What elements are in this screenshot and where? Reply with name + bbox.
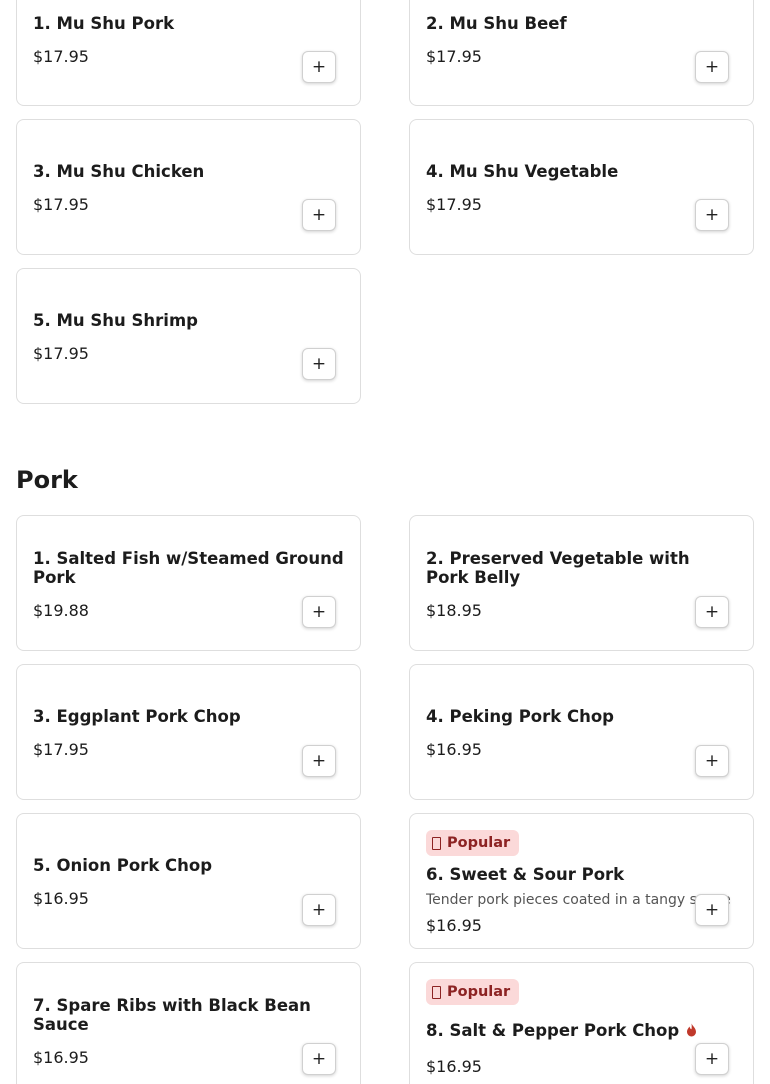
item-name: 1. Mu Shu Pork: [33, 14, 175, 33]
menu-page: 1. Mu Shu Pork $17.95 + 2. Mu Shu Beef $…: [0, 0, 770, 1084]
item-name: 3. Mu Shu Chicken: [33, 162, 205, 181]
add-to-cart-button[interactable]: +: [695, 199, 729, 231]
item-name: 6. Sweet & Sour Pork: [426, 865, 625, 884]
item-price: $17.95: [33, 195, 89, 214]
item-name: 3. Eggplant Pork Chop: [33, 707, 241, 726]
item-name: 2. Mu Shu Beef: [426, 14, 567, 33]
add-to-cart-button[interactable]: +: [302, 348, 336, 380]
item-name: 5. Mu Shu Shrimp: [33, 311, 198, 330]
item-name: 7. Spare Ribs with Black Bean Sauce: [33, 996, 311, 1034]
menu-item-card[interactable]: 1. Salted Fish w/Steamed Ground Pork $19…: [16, 515, 361, 651]
menu-item-card[interactable]: Popular 6. Sweet & Sour Pork Tender pork…: [409, 813, 754, 949]
item-price: $16.95: [33, 889, 89, 908]
item-price: $17.95: [426, 47, 482, 66]
item-name: 5. Onion Pork Chop: [33, 856, 213, 875]
item-name-row: 8. Salt & Pepper Pork Chop: [426, 1021, 737, 1040]
item-price: $17.95: [426, 195, 482, 214]
add-to-cart-button[interactable]: +: [695, 51, 729, 83]
add-to-cart-button[interactable]: +: [302, 894, 336, 926]
pork-items-grid: 1. Salted Fish w/Steamed Ground Pork $19…: [16, 515, 754, 1084]
item-name: 4. Mu Shu Vegetable: [426, 162, 619, 181]
item-price: $17.95: [33, 47, 89, 66]
item-price: $17.95: [33, 740, 89, 759]
menu-item-card[interactable]: 4. Peking Pork Chop $16.95 +: [409, 664, 754, 800]
menu-item-card[interactable]: 4. Mu Shu Vegetable $17.95 +: [409, 119, 754, 255]
add-to-cart-button[interactable]: +: [302, 1043, 336, 1075]
badge-label: Popular: [447, 984, 511, 1000]
menu-item-card[interactable]: Popular 8. Salt & Pepper Pork Chop $16.9…: [409, 962, 754, 1084]
item-name: 2. Preserved Vegetable with Pork Belly: [426, 549, 690, 587]
item-price: $18.95: [426, 601, 482, 620]
mushu-items-grid: 1. Mu Shu Pork $17.95 + 2. Mu Shu Beef $…: [16, 0, 754, 404]
add-to-cart-button[interactable]: +: [302, 745, 336, 777]
popular-badge: Popular: [426, 830, 520, 856]
badge-label: Popular: [447, 835, 511, 851]
menu-item-card[interactable]: 2. Preserved Vegetable with Pork Belly $…: [409, 515, 754, 651]
item-price: $17.95: [33, 344, 89, 363]
add-to-cart-button[interactable]: +: [302, 596, 336, 628]
item-name: 4. Peking Pork Chop: [426, 707, 614, 726]
add-to-cart-button[interactable]: +: [302, 51, 336, 83]
add-to-cart-button[interactable]: +: [302, 199, 336, 231]
menu-item-card[interactable]: 3. Mu Shu Chicken $17.95 +: [16, 119, 361, 255]
add-to-cart-button[interactable]: +: [695, 1043, 729, 1075]
popular-icon: [432, 985, 441, 999]
menu-item-card[interactable]: 7. Spare Ribs with Black Bean Sauce $16.…: [16, 962, 361, 1084]
section-title-pork: Pork: [16, 466, 78, 494]
add-to-cart-button[interactable]: +: [695, 745, 729, 777]
item-price: $16.95: [33, 1048, 89, 1067]
menu-item-card[interactable]: 5. Onion Pork Chop $16.95 +: [16, 813, 361, 949]
add-to-cart-button[interactable]: +: [695, 894, 729, 926]
item-price: $16.95: [426, 916, 482, 935]
add-to-cart-button[interactable]: +: [695, 596, 729, 628]
item-price: $19.88: [33, 601, 89, 620]
item-price: $16.95: [426, 740, 482, 759]
popular-badge: Popular: [426, 979, 520, 1005]
popular-icon: [432, 836, 441, 850]
menu-item-card[interactable]: 1. Mu Shu Pork $17.95 +: [16, 0, 361, 106]
item-price: $16.95: [426, 1057, 482, 1076]
item-name: 8. Salt & Pepper Pork Chop: [426, 1021, 680, 1040]
item-name: 1. Salted Fish w/Steamed Ground Pork: [33, 549, 344, 587]
item-description: Tender pork pieces coated in a tangy sau…: [426, 892, 731, 908]
menu-item-card[interactable]: 3. Eggplant Pork Chop $17.95 +: [16, 664, 361, 800]
flame-icon: [687, 1023, 697, 1037]
menu-item-card[interactable]: 2. Mu Shu Beef $17.95 +: [409, 0, 754, 106]
menu-item-card[interactable]: 5. Mu Shu Shrimp $17.95 +: [16, 268, 361, 404]
